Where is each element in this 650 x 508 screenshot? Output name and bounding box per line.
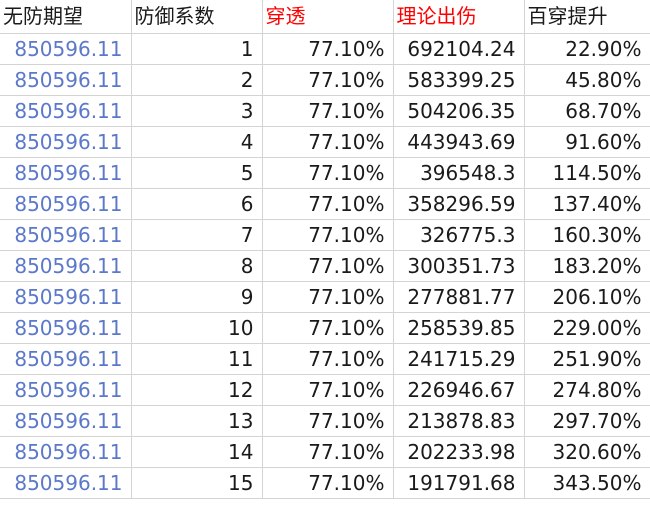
cell-no-defense-expected[interactable]: 850596.11 xyxy=(0,281,132,313)
cell-defense-coefficient[interactable]: 11 xyxy=(131,343,263,375)
cell-penetration-gain[interactable]: 68.70% xyxy=(524,95,650,127)
cell-defense-coefficient[interactable]: 3 xyxy=(131,95,263,127)
cell-theoretical-damage[interactable]: 396548.3 xyxy=(393,157,525,189)
header-cell-penetration-gain[interactable]: 百穿提升 xyxy=(524,0,650,34)
cell-defense-coefficient[interactable]: 12 xyxy=(131,374,263,406)
cell-penetration[interactable]: 77.10% xyxy=(262,312,394,344)
table-row: 850596.11 8 77.10% 300351.73 183.20% xyxy=(0,250,650,282)
cell-penetration-gain[interactable]: 137.40% xyxy=(524,188,650,220)
cell-no-defense-expected[interactable]: 850596.11 xyxy=(0,219,132,251)
cell-no-defense-expected[interactable]: 850596.11 xyxy=(0,95,132,127)
cell-penetration-gain[interactable]: 206.10% xyxy=(524,281,650,313)
header-cell-defense-coefficient[interactable]: 防御系数 xyxy=(131,0,263,34)
cell-penetration-gain[interactable]: 343.50% xyxy=(524,467,650,499)
cell-theoretical-damage[interactable]: 213878.83 xyxy=(393,405,525,437)
cell-theoretical-damage[interactable]: 692104.24 xyxy=(393,33,525,65)
cell-defense-coefficient[interactable]: 14 xyxy=(131,436,263,468)
spreadsheet-grid: 无防期望 防御系数 穿透 理论出伤 百穿提升 850596.11 1 77.10% 6… xyxy=(0,0,650,508)
cell-penetration[interactable]: 77.10% xyxy=(262,188,394,220)
header-row: 无防期望 防御系数 穿透 理论出伤 百穿提升 xyxy=(0,0,650,34)
header-cell-penetration[interactable]: 穿透 xyxy=(262,0,394,34)
cell-no-defense-expected[interactable]: 850596.11 xyxy=(0,405,132,437)
cell-no-defense-expected[interactable]: 850596.11 xyxy=(0,64,132,96)
cell-theoretical-damage[interactable]: 443943.69 xyxy=(393,126,525,158)
cell-theoretical-damage[interactable]: 504206.35 xyxy=(393,95,525,127)
cell-penetration-gain[interactable]: 297.70% xyxy=(524,405,650,437)
table-row: 850596.11 5 77.10% 396548.3 114.50% xyxy=(0,157,650,189)
cell-theoretical-damage[interactable]: 226946.67 xyxy=(393,374,525,406)
cell-theoretical-damage[interactable]: 358296.59 xyxy=(393,188,525,220)
cell-penetration[interactable]: 77.10% xyxy=(262,64,394,96)
cell-no-defense-expected[interactable]: 850596.11 xyxy=(0,157,132,189)
cell-theoretical-damage[interactable]: 300351.73 xyxy=(393,250,525,282)
cell-defense-coefficient[interactable]: 6 xyxy=(131,188,263,220)
cell-no-defense-expected[interactable]: 850596.11 xyxy=(0,126,132,158)
table-row: 850596.11 1 77.10% 692104.24 22.90% xyxy=(0,33,650,65)
cell-penetration-gain[interactable]: 114.50% xyxy=(524,157,650,189)
table-row: 850596.11 2 77.10% 583399.25 45.80% xyxy=(0,64,650,96)
cell-no-defense-expected[interactable]: 850596.11 xyxy=(0,188,132,220)
cell-penetration[interactable]: 77.10% xyxy=(262,250,394,282)
cell-theoretical-damage[interactable]: 583399.25 xyxy=(393,64,525,96)
cell-no-defense-expected[interactable]: 850596.11 xyxy=(0,312,132,344)
cell-theoretical-damage[interactable]: 258539.85 xyxy=(393,312,525,344)
cell-defense-coefficient[interactable]: 13 xyxy=(131,405,263,437)
cell-penetration[interactable]: 77.10% xyxy=(262,157,394,189)
cell-penetration-gain[interactable]: 229.00% xyxy=(524,312,650,344)
cell-penetration-gain[interactable]: 22.90% xyxy=(524,33,650,65)
cell-no-defense-expected[interactable]: 850596.11 xyxy=(0,374,132,406)
cell-no-defense-expected[interactable]: 850596.11 xyxy=(0,436,132,468)
cell-defense-coefficient[interactable]: 1 xyxy=(131,33,263,65)
cell-penetration[interactable]: 77.10% xyxy=(262,95,394,127)
cell-theoretical-damage[interactable]: 241715.29 xyxy=(393,343,525,375)
table-row: 850596.11 3 77.10% 504206.35 68.70% xyxy=(0,95,650,127)
cell-defense-coefficient[interactable]: 5 xyxy=(131,157,263,189)
cell-theoretical-damage[interactable]: 326775.3 xyxy=(393,219,525,251)
table-row: 850596.11 4 77.10% 443943.69 91.60% xyxy=(0,126,650,158)
cell-penetration[interactable]: 77.10% xyxy=(262,33,394,65)
cell-penetration-gain[interactable]: 274.80% xyxy=(524,374,650,406)
cell-penetration-gain[interactable]: 320.60% xyxy=(524,436,650,468)
table-row: 850596.11 15 77.10% 191791.68 343.50% xyxy=(0,467,650,499)
table-row: 850596.11 6 77.10% 358296.59 137.40% xyxy=(0,188,650,220)
table-row: 850596.11 12 77.10% 226946.67 274.80% xyxy=(0,374,650,406)
table-row: 850596.11 9 77.10% 277881.77 206.10% xyxy=(0,281,650,313)
cell-penetration[interactable]: 77.10% xyxy=(262,374,394,406)
cell-defense-coefficient[interactable]: 2 xyxy=(131,64,263,96)
cell-penetration-gain[interactable]: 91.60% xyxy=(524,126,650,158)
cell-penetration[interactable]: 77.10% xyxy=(262,343,394,375)
cell-penetration[interactable]: 77.10% xyxy=(262,219,394,251)
data-table: 无防期望 防御系数 穿透 理论出伤 百穿提升 850596.11 1 77.10% 6… xyxy=(0,0,650,499)
cell-penetration-gain[interactable]: 160.30% xyxy=(524,219,650,251)
table-row: 850596.11 11 77.10% 241715.29 251.90% xyxy=(0,343,650,375)
cell-penetration-gain[interactable]: 183.20% xyxy=(524,250,650,282)
cell-theoretical-damage[interactable]: 191791.68 xyxy=(393,467,525,499)
cell-defense-coefficient[interactable]: 4 xyxy=(131,126,263,158)
table-row: 850596.11 13 77.10% 213878.83 297.70% xyxy=(0,405,650,437)
cell-penetration[interactable]: 77.10% xyxy=(262,436,394,468)
cell-theoretical-damage[interactable]: 277881.77 xyxy=(393,281,525,313)
cell-no-defense-expected[interactable]: 850596.11 xyxy=(0,343,132,375)
cell-penetration[interactable]: 77.10% xyxy=(262,126,394,158)
table-row: 850596.11 10 77.10% 258539.85 229.00% xyxy=(0,312,650,344)
cell-penetration-gain[interactable]: 251.90% xyxy=(524,343,650,375)
cell-no-defense-expected[interactable]: 850596.11 xyxy=(0,250,132,282)
cell-penetration-gain[interactable]: 45.80% xyxy=(524,64,650,96)
cell-defense-coefficient[interactable]: 8 xyxy=(131,250,263,282)
cell-defense-coefficient[interactable]: 9 xyxy=(131,281,263,313)
cell-theoretical-damage[interactable]: 202233.98 xyxy=(393,436,525,468)
cell-penetration[interactable]: 77.10% xyxy=(262,467,394,499)
table-row: 850596.11 7 77.10% 326775.3 160.30% xyxy=(0,219,650,251)
cell-no-defense-expected[interactable]: 850596.11 xyxy=(0,33,132,65)
header-cell-no-defense-expected[interactable]: 无防期望 xyxy=(0,0,132,34)
cell-defense-coefficient[interactable]: 10 xyxy=(131,312,263,344)
cell-defense-coefficient[interactable]: 7 xyxy=(131,219,263,251)
cell-defense-coefficient[interactable]: 15 xyxy=(131,467,263,499)
cell-penetration[interactable]: 77.10% xyxy=(262,281,394,313)
cell-penetration[interactable]: 77.10% xyxy=(262,405,394,437)
cell-no-defense-expected[interactable]: 850596.11 xyxy=(0,467,132,499)
header-cell-theoretical-damage[interactable]: 理论出伤 xyxy=(393,0,525,34)
table-row: 850596.11 14 77.10% 202233.98 320.60% xyxy=(0,436,650,468)
